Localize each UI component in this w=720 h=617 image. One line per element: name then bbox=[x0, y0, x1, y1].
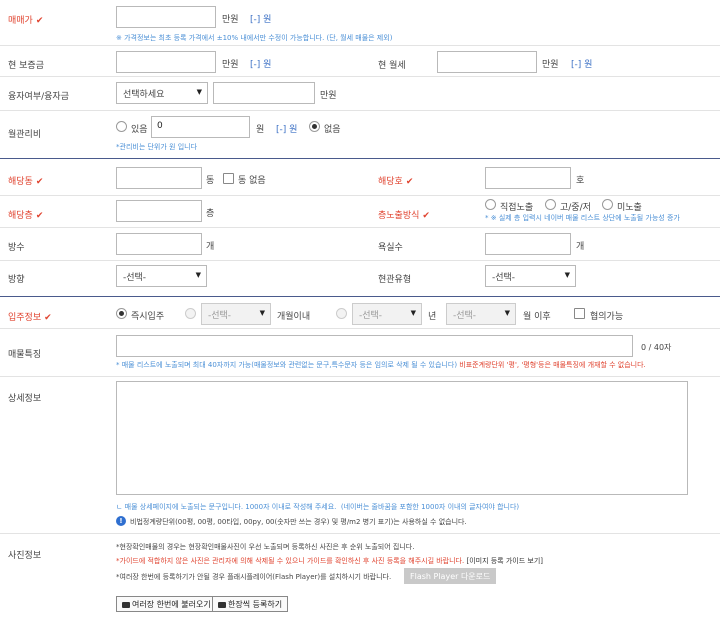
detail-label: 상세정보 bbox=[8, 394, 42, 404]
rooms-input[interactable] bbox=[116, 233, 202, 255]
ho-unit: 호 bbox=[576, 176, 585, 186]
exposure-hidden-radio[interactable] bbox=[602, 199, 613, 210]
chevron-down-icon: ▼ bbox=[259, 309, 265, 317]
direction-select[interactable]: -선택- ▼ bbox=[116, 265, 207, 287]
floor-input[interactable] bbox=[116, 200, 202, 222]
price-label: 매매가 ✔ bbox=[8, 16, 44, 26]
exposure-hidden-label: 미노출 bbox=[617, 203, 642, 213]
photo-note-3: *여러장 한번에 등록하기가 안될 경우 플래시플레이어(Flash Playe… bbox=[116, 573, 392, 581]
loan-label: 융자여부/융자금 bbox=[8, 92, 69, 102]
feature-input[interactable] bbox=[116, 335, 633, 357]
exposure-direct-label: 직접노출 bbox=[500, 203, 534, 213]
feature-counter: 0 / 40자 bbox=[641, 343, 672, 352]
maint-yes-radio[interactable] bbox=[116, 121, 127, 132]
detail-info: 비법정계량단위(00평, 00평, 00타입, 00py, 00(숫자만 쓰는 … bbox=[130, 518, 467, 526]
movein-months-radio[interactable] bbox=[185, 308, 196, 319]
movein-months-unit: 개월이내 bbox=[277, 312, 311, 322]
detail-note: ㄴ 매물 상세페이지에 노출되는 문구입니다. 1000자 이내로 작성해 주세… bbox=[116, 503, 520, 511]
movein-now-label: 즉시입주 bbox=[131, 312, 165, 322]
baths-unit: 개 bbox=[576, 242, 585, 252]
detail-textarea[interactable] bbox=[116, 381, 688, 495]
exposure-label: 층노출방식 ✔ bbox=[378, 211, 430, 221]
deposit-unit: 만원 bbox=[222, 60, 239, 70]
exposure-direct-radio[interactable] bbox=[485, 199, 496, 210]
exposure-level-label: 고/중/저 bbox=[560, 203, 591, 213]
monthly-label: 현 월세 bbox=[378, 61, 406, 71]
dong-unit: 동 bbox=[206, 176, 215, 186]
single-upload-button[interactable]: 한장씩 등록하기 bbox=[212, 596, 289, 612]
loan-select[interactable]: 선택하세요 ▼ bbox=[116, 82, 208, 104]
monthly-unit: 만원 bbox=[542, 60, 559, 70]
movein-now-radio[interactable] bbox=[116, 308, 127, 319]
maint-note: *관리비는 단위가 원 입니다 bbox=[116, 143, 198, 151]
floor-unit: 층 bbox=[206, 209, 215, 219]
baths-input[interactable] bbox=[485, 233, 571, 255]
photo-note-1: *현장확인매물의 경우는 현장확인매물사진이 우선 노출되며 등록하신 사진은 … bbox=[116, 543, 415, 551]
monthly-input[interactable] bbox=[437, 51, 537, 73]
monthly-won-link[interactable]: [-] 원 bbox=[571, 57, 592, 70]
ho-input[interactable] bbox=[485, 167, 571, 189]
camera-icon bbox=[218, 602, 226, 608]
movein-year-unit: 년 bbox=[428, 312, 437, 322]
movein-month-unit: 월 이후 bbox=[523, 312, 551, 322]
image-guide-link[interactable]: [이미지 등록 가이드 보기] bbox=[466, 557, 543, 565]
flash-download-button[interactable]: Flash Player 다운로드 bbox=[404, 568, 497, 584]
deposit-won-link[interactable]: [-] 원 bbox=[250, 57, 271, 70]
dong-label: 해당동 ✔ bbox=[8, 177, 44, 187]
maint-unit: 원 bbox=[256, 125, 265, 135]
rooms-label: 방수 bbox=[8, 243, 25, 253]
negotiable-label: 협의가능 bbox=[590, 312, 624, 322]
entrance-label: 현관유형 bbox=[378, 275, 412, 285]
no-dong-checkbox[interactable] bbox=[223, 173, 234, 184]
exposure-note: * ※ 실제 층 입력시 네이버 매물 리스트 상단에 노출될 가능성 증가 bbox=[485, 214, 680, 222]
feature-note: * 매물 리스트에 노출되며 최대 40자까지 가능(매물정보와 관련없는 문구… bbox=[116, 361, 646, 369]
floor-label: 해당층 ✔ bbox=[8, 211, 44, 221]
photo-note-2: *가이드에 적합하지 않은 사진은 관리자에 의해 삭제될 수 있으니 가이드를… bbox=[116, 557, 544, 565]
deposit-label: 현 보증금 bbox=[8, 61, 44, 71]
rooms-unit: 개 bbox=[206, 242, 215, 252]
price-note: ※ 가격정보는 최초 등록 가격에서 ±10% 내에서만 수정이 가능합니다. … bbox=[116, 34, 393, 42]
ho-label: 해당호 ✔ bbox=[378, 177, 414, 187]
loan-amount-input[interactable] bbox=[213, 82, 315, 104]
multi-upload-button[interactable]: 여러장 한번에 불러오기 bbox=[116, 596, 217, 612]
photo-label: 사진정보 bbox=[8, 551, 42, 561]
movein-label: 입주정보 ✔ bbox=[8, 313, 52, 323]
exposure-level-radio[interactable] bbox=[545, 199, 556, 210]
entrance-select[interactable]: -선택- ▼ bbox=[485, 265, 576, 287]
maint-no-label: 없음 bbox=[324, 125, 341, 135]
direction-label: 방향 bbox=[8, 275, 25, 285]
price-won-link[interactable]: [-] 원 bbox=[250, 12, 271, 25]
camera-icon bbox=[122, 602, 130, 608]
chevron-down-icon: ▼ bbox=[410, 309, 416, 317]
maint-yes-label: 있음 bbox=[131, 125, 148, 135]
deposit-input[interactable] bbox=[116, 51, 216, 73]
info-icon: ! bbox=[116, 516, 126, 526]
price-unit: 만원 bbox=[222, 15, 239, 25]
negotiable-checkbox[interactable] bbox=[574, 308, 585, 319]
maint-won-link[interactable]: [-] 원 bbox=[276, 122, 297, 135]
maint-input[interactable]: 0 bbox=[151, 116, 250, 138]
maint-label: 월관리비 bbox=[8, 130, 42, 140]
price-input[interactable] bbox=[116, 6, 216, 28]
baths-label: 욕실수 bbox=[378, 243, 403, 253]
chevron-down-icon: ▼ bbox=[504, 309, 510, 317]
chevron-down-icon: ▼ bbox=[196, 88, 202, 96]
movein-months-select[interactable]: -선택- ▼ bbox=[201, 303, 271, 325]
loan-unit: 만원 bbox=[320, 91, 337, 101]
movein-year-select[interactable]: -선택- ▼ bbox=[352, 303, 422, 325]
movein-month-select[interactable]: -선택- ▼ bbox=[446, 303, 516, 325]
feature-label: 매물특징 bbox=[8, 350, 42, 360]
chevron-down-icon: ▼ bbox=[195, 271, 201, 279]
movein-date-radio[interactable] bbox=[336, 308, 347, 319]
dong-input[interactable] bbox=[116, 167, 202, 189]
chevron-down-icon: ▼ bbox=[564, 271, 570, 279]
maint-no-radio[interactable] bbox=[309, 121, 320, 132]
no-dong-label: 동 없음 bbox=[238, 176, 266, 186]
